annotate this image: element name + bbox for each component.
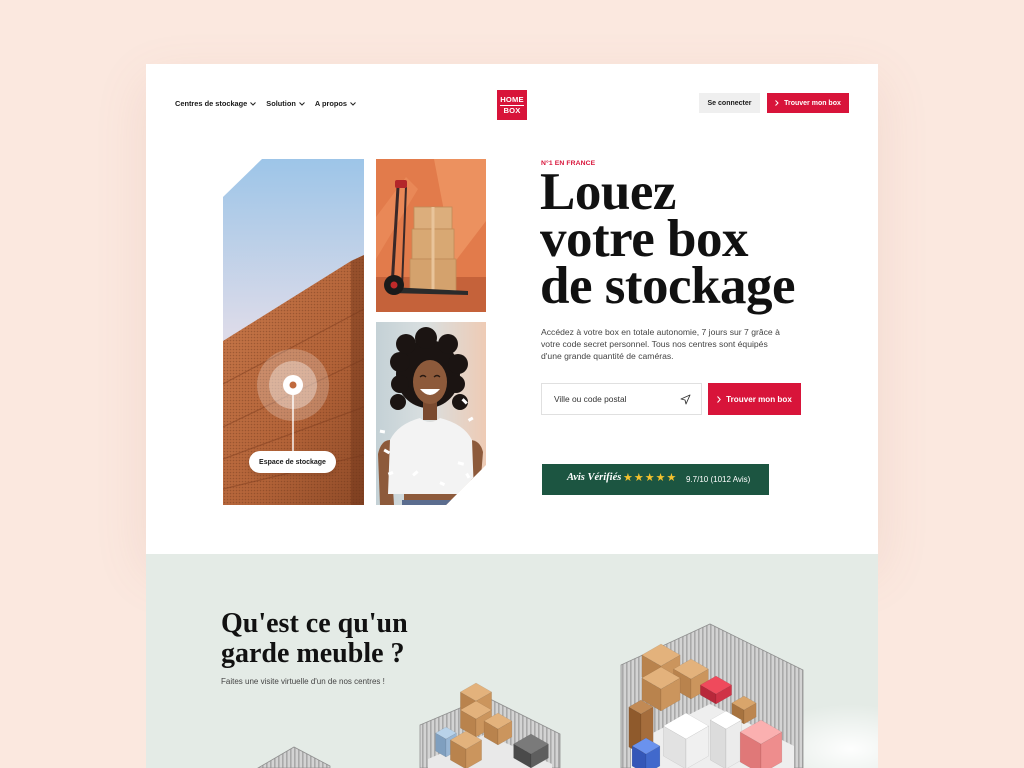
star-icon: ★ — [655, 472, 666, 484]
hero-title: Louez votre box de stockage — [540, 163, 796, 315]
hero-title-line: votre box — [540, 210, 748, 268]
login-button[interactable]: Se connecter — [699, 93, 760, 113]
section-title: Qu'est ce qu'un garde meuble ? — [221, 609, 408, 669]
chevron-down-icon — [350, 101, 356, 106]
login-button-label: Se connecter — [707, 99, 752, 107]
jeans — [402, 500, 462, 505]
nav-item-label: A propos — [314, 99, 348, 108]
nav-item-centres[interactable]: Centres de stockage — [175, 98, 257, 109]
hero-description: Accédez à votre box en totale autonomie,… — [541, 327, 780, 361]
star-icon: ★ — [623, 472, 633, 484]
main-nav: Centres de stockage Solution A propos — [175, 98, 356, 109]
hero-title-line: Louez — [540, 163, 676, 221]
reviews-rating: 9.7/10 (1012 Avis) — [686, 475, 751, 484]
nav-item-a-propos[interactable]: A propos — [315, 98, 356, 109]
hero-title-line: de stockage — [540, 257, 796, 315]
locate-arrow-icon[interactable] — [680, 394, 691, 405]
logo-line-2: BOX — [503, 105, 521, 115]
hand-truck-grip — [395, 180, 407, 188]
neck — [423, 402, 437, 420]
reviews-brand: Avis Vérifiés — [567, 472, 622, 483]
location-search-input[interactable]: Ville ou code postal — [541, 383, 702, 415]
logo-line-1: HOME — [500, 94, 524, 106]
section-title-line: Qu'est ce qu'un — [221, 608, 408, 639]
star-icon: ★ — [644, 472, 655, 484]
section-subtitle: Faites une visite virtuelle d'un de nos … — [221, 677, 385, 686]
face — [413, 360, 447, 404]
chevron-down-icon — [299, 101, 305, 106]
building-corner — [351, 255, 364, 505]
homebox-logo[interactable]: HOME BOX — [497, 90, 527, 120]
nav-item-label: Centres de stockage — [175, 99, 248, 108]
nav-item-label: Solution — [266, 99, 296, 108]
search-placeholder: Ville ou code postal — [554, 394, 627, 404]
chevron-down-icon — [250, 101, 257, 106]
header-find-box-label: Trouver mon box — [784, 99, 841, 107]
star-icon: ★ — [666, 472, 677, 484]
verified-reviews-badge[interactable]: Avis Vérifiés ★ ★ ★ ★ ★ 9.7/10 (1012 Avis) — [542, 464, 769, 495]
storage-unit-small[interactable] — [257, 746, 331, 768]
hero-find-box-button[interactable]: Trouver mon box — [708, 383, 801, 415]
t-shirt — [388, 418, 474, 494]
chevron-right-icon — [775, 100, 779, 106]
chevron-right-icon — [717, 395, 722, 403]
storage-space-tag-label: Espace de stockage — [259, 458, 326, 466]
header-find-box-button[interactable]: Trouver mon box — [767, 93, 849, 113]
woman-photo — [376, 322, 486, 505]
storage-space-tag[interactable]: Espace de stockage — [249, 451, 336, 473]
rating-stars: ★ ★ ★ ★ ★ — [623, 472, 676, 485]
hand-truck-photo — [376, 159, 486, 312]
nav-item-solution[interactable]: Solution — [266, 98, 305, 109]
hand-truck-hub — [390, 281, 398, 289]
hero-find-box-label: Trouver mon box — [726, 394, 792, 404]
section-title-line: garde meuble ? — [221, 638, 405, 669]
pin-center — [289, 381, 297, 389]
star-icon: ★ — [633, 472, 644, 484]
white-cabinet — [709, 710, 743, 768]
